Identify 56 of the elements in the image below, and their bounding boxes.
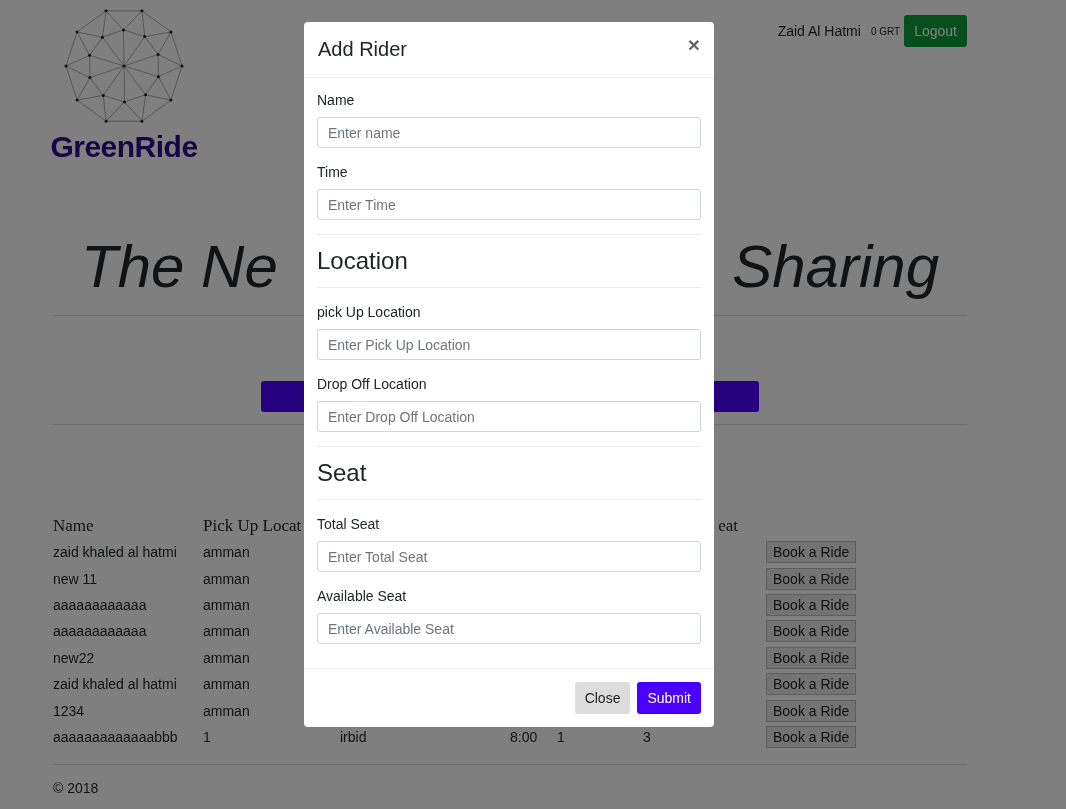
column-header: Pick Up Locat (203, 516, 302, 536)
table-cell: amman (203, 596, 250, 613)
table-cell: 1 (557, 728, 565, 745)
table-cell: aaaaaaaaaaaaabbb (53, 728, 178, 745)
field-label: Drop Off Location (317, 376, 428, 392)
table-cell: aaaaaaaaaaaa (53, 596, 147, 613)
field-label: pick Up Location (317, 304, 422, 320)
table-cell: amman (203, 623, 250, 640)
table-cell: new 11 (53, 570, 98, 587)
field-label: Total Seat (317, 516, 381, 532)
input-field[interactable]: Enter Time (317, 189, 701, 220)
modal-title: Add Rider (318, 38, 407, 61)
table-cell: zaid khaled al hatmi (53, 544, 177, 561)
input-field[interactable]: Enter Total Seat (317, 541, 701, 572)
input-field[interactable]: Enter Pick Up Location (317, 329, 701, 360)
table-cell: 8:00 (510, 728, 538, 745)
logout-button[interactable]: Logout (904, 15, 967, 47)
table-cell: 1234 (53, 702, 85, 719)
book-ride-button[interactable]: Book a Ride (766, 541, 857, 564)
section-heading: Seat (317, 459, 701, 500)
book-ride-button[interactable]: Book a Ride (766, 620, 857, 643)
table-cell: 3 (643, 728, 651, 745)
book-ride-button[interactable]: Book a Ride (766, 699, 857, 722)
input-field[interactable]: Enter Available Seat (317, 613, 701, 644)
book-ride-button[interactable]: Book a Ride (766, 646, 857, 669)
table-cell: irbid (340, 728, 367, 745)
table-cell: amman (203, 649, 250, 666)
column-header: eat (718, 516, 738, 536)
input-field[interactable]: Enter Drop Off Location (317, 401, 701, 432)
field-label: Available Seat (317, 588, 408, 604)
submit-button[interactable]: Submit (637, 682, 701, 714)
table-cell: amman (203, 544, 250, 561)
book-ride-button[interactable]: Book a Ride (766, 673, 857, 696)
table-cell: amman (203, 570, 250, 587)
brand-name: GreenRide (50, 130, 198, 164)
field-label: Name (317, 92, 356, 108)
book-ride-button[interactable]: Book a Ride (766, 593, 857, 616)
user-name: Zaid Al Hatmi (777, 23, 861, 39)
close-button[interactable]: Close (574, 682, 631, 714)
table-cell: 1 (203, 728, 211, 745)
book-ride-button[interactable]: Book a Ride (766, 567, 857, 590)
table-cell: zaid khaled al hatmi (53, 676, 177, 693)
table-cell: aaaaaaaaaaaa (53, 623, 147, 640)
field-label: Time (317, 164, 349, 180)
table-cell: new22 (53, 649, 95, 666)
token-balance: 0 GRT (870, 25, 901, 37)
table-cell: amman (203, 702, 250, 719)
hero-title: Sharing (732, 232, 939, 301)
close-icon[interactable]: × (687, 32, 700, 57)
column-header: Name (53, 516, 94, 536)
hero-title: The Ne (81, 232, 278, 301)
section-heading: Location (317, 247, 701, 288)
input-field[interactable]: Enter name (317, 117, 701, 148)
table-cell: amman (203, 676, 250, 693)
copyright-text: © 2018 (53, 780, 99, 797)
book-ride-button[interactable]: Book a Ride (766, 725, 857, 748)
